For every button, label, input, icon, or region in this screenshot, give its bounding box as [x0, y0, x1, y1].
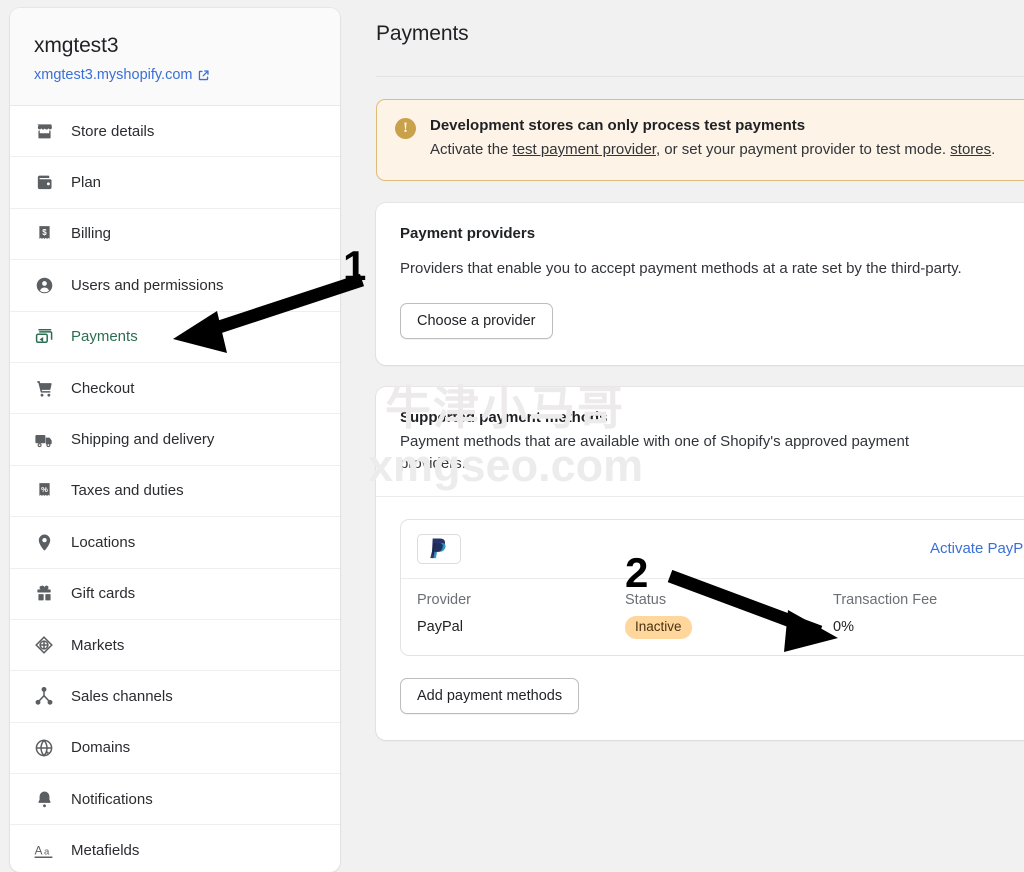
sidebar-item-notifications[interactable]: Notifications [10, 774, 340, 826]
page-title: Payments [376, 22, 469, 45]
header-divider [376, 76, 1024, 77]
development-store-banner: ! Development stores can only process te… [376, 99, 1024, 182]
paypal-method-box: Activate PayPal Provider Status Transact… [400, 518, 1024, 656]
sidebar-item-label: Gift cards [71, 585, 136, 603]
sidebar-item-label: Domains [71, 739, 131, 757]
wallet-icon [34, 173, 54, 193]
sidebar-item-users-and-permissions[interactable]: Users and permissions [10, 260, 340, 312]
sidebar-item-gift-cards[interactable]: Gift cards [10, 569, 340, 620]
banner-text-end: . [991, 141, 996, 158]
cell-provider-value: PayPal [417, 619, 463, 636]
stores-link[interactable]: stores [950, 141, 991, 158]
main-content: Payments ! Development stores can only p… [340, 0, 1024, 872]
sidebar-item-billing[interactable]: $ Billing [10, 209, 340, 261]
status-badge: Inactive [625, 615, 692, 639]
sidebar-item-label: Checkout [71, 379, 135, 397]
svg-text:%: % [41, 485, 48, 494]
bell-icon [34, 789, 54, 809]
sidebar-item-label: Payments [71, 328, 138, 346]
banner-text: Activate the test payment provider, or s… [430, 139, 1024, 161]
payment-providers-description: Providers that enable you to accept paym… [400, 260, 962, 278]
sidebar-item-label: Locations [71, 533, 136, 551]
sidebar-item-locations[interactable]: Locations [10, 517, 340, 569]
text-aa-icon: A a [34, 841, 54, 861]
sidebar-item-label: Sales channels [71, 687, 173, 705]
supported-payment-methods-card: Supported payment methods Payment method… [376, 386, 1024, 740]
sidebar-item-payments[interactable]: Payments [10, 312, 340, 363]
cell-transaction-fee-value: 0% [833, 619, 854, 636]
globe-icon [34, 738, 54, 758]
column-header-provider: Provider [417, 591, 471, 608]
banner-body: Development stores can only process test… [430, 117, 1024, 161]
sidebar-item-label: Notifications [71, 790, 153, 808]
map-pin-icon [34, 532, 54, 552]
sidebar-item-taxes-and-duties[interactable]: % Taxes and duties [10, 466, 340, 518]
external-link-icon [197, 69, 210, 82]
globe-target-icon [34, 635, 54, 655]
sidebar-item-label: Plan [71, 174, 102, 192]
test-payment-provider-link[interactable]: test payment provider [513, 141, 656, 158]
user-circle-icon [34, 275, 54, 295]
sidebar-item-label: Taxes and duties [71, 482, 184, 500]
sidebar-item-label: Shipping and delivery [71, 431, 215, 449]
sidebar-item-markets[interactable]: Markets [10, 620, 340, 672]
sidebar-item-label: Markets [71, 636, 125, 654]
sidebar-item-plan[interactable]: Plan [10, 157, 340, 209]
supported-payment-methods-title: Supported payment methods [400, 408, 608, 426]
settings-sidebar: xmgtest3 xmgtest3.myshopify.com Store de… [10, 8, 340, 872]
store-name: xmgtest3 [34, 34, 119, 57]
paypal-details-table: Provider Status Transaction Fee PayPal I… [401, 577, 1024, 655]
sidebar-item-domains[interactable]: Domains [10, 723, 340, 775]
sidebar-item-shipping-and-delivery[interactable]: Shipping and delivery [10, 414, 340, 466]
supported-payment-methods-description: Payment methods that are available with … [400, 432, 909, 473]
svg-text:a: a [44, 846, 50, 857]
svg-text:$: $ [42, 228, 47, 237]
store-icon [34, 121, 54, 141]
warning-exclamation-icon: ! [395, 118, 416, 139]
sidebar-item-label: Users and permissions [71, 276, 224, 294]
activate-paypal-link[interactable]: Activate PayPal [930, 540, 1024, 557]
svg-text:A: A [35, 843, 43, 857]
banner-text-after: , or set your payment provider to test m… [655, 141, 951, 158]
banner-title: Development stores can only process test… [430, 117, 806, 134]
gift-icon [34, 584, 54, 604]
column-header-transaction-fee: Transaction Fee [833, 591, 938, 608]
store-url-link[interactable]: xmgtest3.myshopify.com [34, 67, 316, 83]
sidebar-item-label: Metafields [71, 842, 140, 860]
sidebar-item-checkout[interactable]: Checkout [10, 363, 340, 415]
column-header-status: Status [625, 591, 667, 608]
sidebar-item-label: Billing [71, 225, 112, 243]
settings-nav: Store details Plan $ Billing Users and p… [10, 106, 340, 872]
banner-text-before: Activate the [430, 141, 513, 158]
paypal-logo-icon [417, 533, 461, 564]
receipt-dollar-icon: $ [34, 224, 54, 244]
payment-providers-title: Payment providers [400, 225, 536, 243]
sidebar-item-store-details[interactable]: Store details [10, 106, 340, 158]
payment-card-icon [34, 327, 54, 347]
channels-icon [34, 686, 54, 706]
store-url-label: xmgtest3.myshopify.com [34, 67, 193, 83]
delivery-truck-icon [34, 430, 54, 450]
choose-a-provider-button[interactable]: Choose a provider [400, 302, 553, 339]
app-root: xmgtest3 xmgtest3.myshopify.com Store de… [0, 0, 1024, 872]
sidebar-item-metafields[interactable]: A a Metafields [10, 825, 340, 872]
cell-status-value: Inactive [625, 615, 833, 639]
sidebar-item-sales-channels[interactable]: Sales channels [10, 671, 340, 723]
sidebar-item-label: Store details [71, 122, 155, 140]
payment-providers-card: Payment providers Providers that enable … [376, 203, 1024, 365]
add-payment-methods-button[interactable]: Add payment methods [400, 677, 580, 714]
store-header: xmgtest3 xmgtest3.myshopify.com [10, 8, 340, 106]
receipt-percent-icon: % [34, 481, 54, 501]
shopping-cart-icon [34, 378, 54, 398]
